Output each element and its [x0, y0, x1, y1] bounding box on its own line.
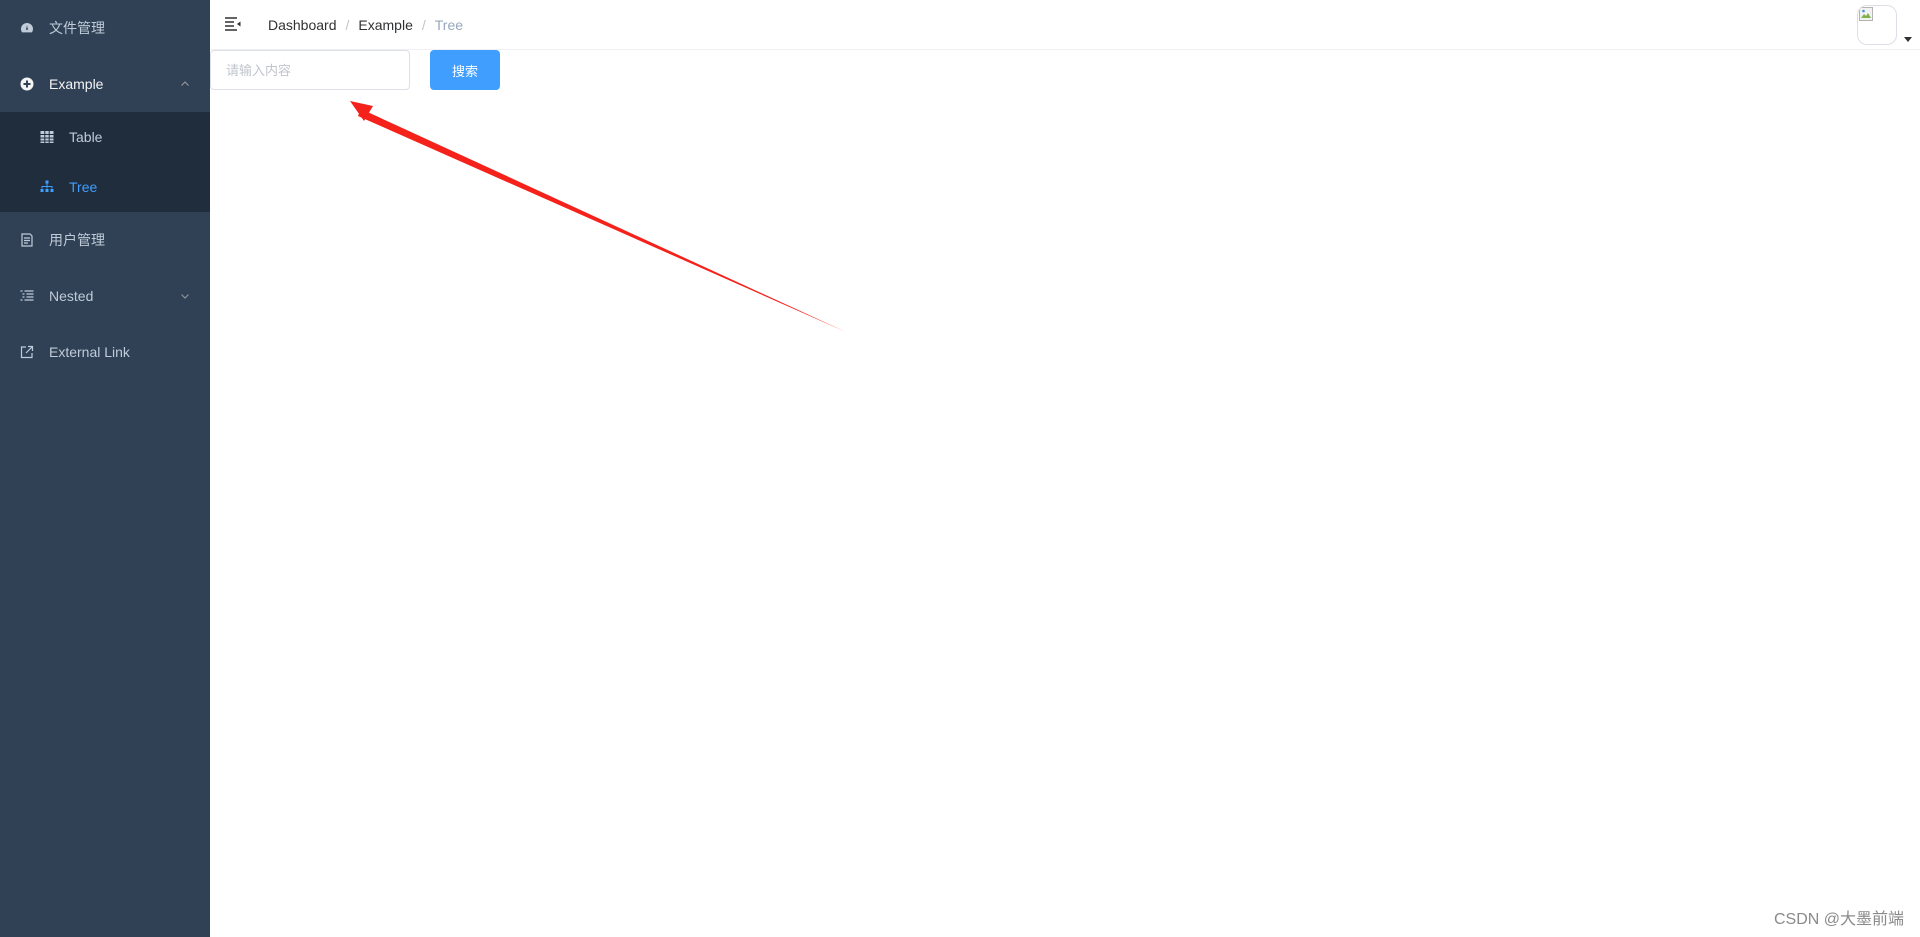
sidebar-item-file-management[interactable]: 文件管理 — [0, 0, 210, 56]
dashboard-icon — [20, 21, 34, 35]
hamburger-icon[interactable] — [225, 17, 241, 31]
breadcrumb-current: Tree — [434, 17, 464, 33]
tree-icon — [40, 180, 54, 194]
annotation-arrow-shaft — [358, 109, 846, 332]
sidebar-item-label: 用户管理 — [49, 232, 105, 248]
breadcrumb-separator: / — [345, 17, 350, 33]
breadcrumb-separator: / — [421, 17, 426, 33]
breadcrumb-example[interactable]: Example — [358, 17, 412, 33]
chevron-up-icon — [181, 81, 189, 86]
sidebar-item-label: Example — [49, 76, 104, 92]
sidebar-item-label: Nested — [49, 288, 94, 304]
nested-icon — [20, 289, 34, 303]
sidebar-item-label: Table — [69, 129, 103, 145]
table-icon — [40, 130, 54, 144]
sidebar-item-external-link[interactable]: External Link — [0, 324, 210, 380]
sidebar-item-label: 文件管理 — [49, 20, 105, 36]
avatar[interactable] — [1857, 5, 1897, 45]
app: 文件管理 Example Table Tree 用户管理 Nested Exte… — [0, 0, 1920, 937]
link-icon — [20, 345, 34, 359]
sidebar: 文件管理 Example Table Tree 用户管理 Nested Exte… — [0, 0, 210, 937]
breadcrumb: Dashboard / Example / Tree — [268, 0, 463, 50]
sidebar-item-nested[interactable]: Nested — [0, 268, 210, 324]
search-button[interactable]: 搜索 — [430, 50, 500, 90]
form-icon — [20, 233, 34, 247]
sidebar-item-tree[interactable]: Tree — [0, 162, 210, 212]
chevron-down-icon — [181, 294, 189, 299]
example-icon — [20, 77, 34, 91]
search-input[interactable] — [210, 50, 410, 90]
sidebar-item-label: External Link — [49, 344, 130, 360]
annotation-arrow-head — [350, 101, 373, 121]
example-submenu: Table Tree — [0, 112, 210, 212]
sidebar-item-label: Tree — [69, 179, 98, 195]
user-dropdown[interactable] — [1857, 5, 1912, 45]
annotation-arrow — [350, 101, 846, 332]
watermark: CSDN @大墨前端 — [1773, 911, 1904, 928]
navbar: Dashboard / Example / Tree — [210, 0, 1920, 50]
sidebar-item-table[interactable]: Table — [0, 112, 210, 162]
sidebar-item-user-management[interactable]: 用户管理 — [0, 212, 210, 268]
broken-image-icon — [1859, 7, 1873, 21]
breadcrumb-dashboard[interactable]: Dashboard — [268, 17, 337, 33]
sidebar-item-example[interactable]: Example — [0, 56, 210, 112]
caret-down-icon[interactable] — [1904, 37, 1912, 43]
